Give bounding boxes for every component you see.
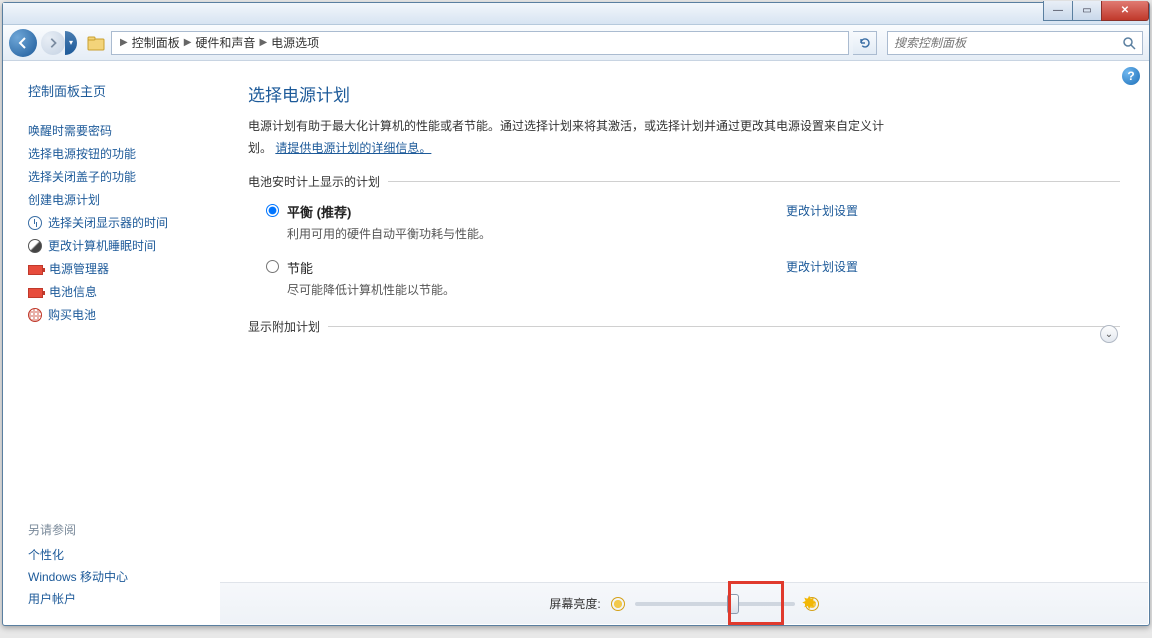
see-also-item[interactable]: 个性化	[28, 546, 208, 563]
sidebar-item-label[interactable]: 更改计算机睡眠时间	[48, 237, 156, 254]
nav-history-dropdown[interactable]: ▾	[65, 31, 77, 55]
see-also-item[interactable]: 用户帐户	[28, 590, 208, 607]
change-plan-settings-link[interactable]: 更改计划设置	[786, 258, 858, 275]
window: — ▭ ✕ ▾ ▶ 控制面板 ▶ 硬件和声音 ▶ 电源选项	[2, 2, 1150, 626]
plan-group-additional: 显示附加计划 ⌄	[248, 318, 1120, 337]
breadcrumb[interactable]: ▶ 控制面板 ▶ 硬件和声音 ▶ 电源选项	[111, 31, 849, 55]
brightness-high-icon	[805, 597, 819, 611]
breadcrumb-item[interactable]: 控制面板	[132, 34, 180, 51]
batt-icon	[28, 288, 43, 298]
globe-icon	[28, 308, 42, 322]
sidebar-item[interactable]: 唤醒时需要密码	[28, 122, 208, 139]
see-also-list: 个性化 Windows 移动中心用户帐户	[28, 546, 208, 607]
expand-button[interactable]: ⌄	[1100, 325, 1118, 343]
search-button[interactable]	[1116, 36, 1142, 50]
sidebar-item[interactable]: 电池信息	[28, 283, 208, 300]
brightness-low-icon	[611, 597, 625, 611]
refresh-button[interactable]	[853, 31, 877, 55]
brightness-slider[interactable]	[635, 602, 795, 606]
close-icon: ✕	[1121, 5, 1129, 16]
plan-list: 平衡 (推荐)利用可用的硬件自动平衡功耗与性能。更改计划设置节能尽可能降低计算机…	[248, 192, 1120, 304]
intro-link[interactable]: 请提供电源计划的详细信息。	[275, 141, 431, 155]
plan-group-legend: 显示附加计划	[248, 318, 328, 335]
minimize-icon: —	[1053, 5, 1063, 16]
clock-icon	[28, 216, 42, 230]
power-plan-option: 平衡 (推荐) 利用可用的硬件自动平衡功耗与性能。更改计划设置	[248, 192, 868, 248]
plan-radio[interactable]	[266, 260, 279, 273]
sidebar-task-list: 唤醒时需要密码选择电源按钮的功能选择关闭盖子的功能创建电源计划选择关闭显示器的时…	[28, 116, 208, 329]
plan-name: 平衡 (推荐)	[287, 202, 786, 221]
folder-icon	[87, 35, 105, 51]
breadcrumb-item[interactable]: 硬件和声音	[195, 34, 255, 51]
page-intro: 电源计划有助于最大化计算机的性能或者节能。通过选择计划来将其激活，或选择计划并通…	[248, 116, 888, 159]
titlebar: — ▭ ✕	[3, 3, 1149, 25]
page-title: 选择电源计划	[248, 81, 1120, 106]
control-panel-home-link[interactable]: 控制面板主页	[28, 81, 208, 100]
sidebar-item[interactable]: 选择电源按钮的功能	[28, 145, 208, 162]
breadcrumb-sep-icon: ▶	[259, 37, 267, 48]
search-icon	[1122, 36, 1136, 50]
see-also-header: 另请参阅	[28, 521, 208, 538]
plan-description: 利用可用的硬件自动平衡功耗与性能。	[287, 225, 786, 242]
sidebar-item-label[interactable]: 唤醒时需要密码	[28, 122, 112, 139]
sidebar-item[interactable]: 创建电源计划	[28, 191, 208, 208]
brightness-footer: 屏幕亮度:	[220, 582, 1148, 624]
sidebar-item[interactable]: 选择关闭盖子的功能	[28, 168, 208, 185]
close-button[interactable]: ✕	[1101, 1, 1149, 21]
minimize-button[interactable]: —	[1043, 1, 1073, 21]
sidebar-item-label[interactable]: 电源管理器	[49, 260, 109, 277]
main-panel: 选择电源计划 电源计划有助于最大化计算机的性能或者节能。通过选择计划来将其激活，…	[220, 63, 1148, 624]
plan-description: 尽可能降低计算机性能以节能。	[287, 281, 786, 298]
toolbar: ▾ ▶ 控制面板 ▶ 硬件和声音 ▶ 电源选项	[3, 25, 1149, 61]
sidebar-item[interactable]: 购买电池	[28, 306, 208, 323]
moon-icon	[28, 239, 42, 253]
breadcrumb-sep-icon: ▶	[120, 37, 128, 48]
sidebar: 控制面板主页 唤醒时需要密码选择电源按钮的功能选择关闭盖子的功能创建电源计划选择…	[4, 63, 220, 624]
search-box	[887, 31, 1143, 55]
sidebar-item-label[interactable]: 电池信息	[49, 283, 97, 300]
arrow-left-icon	[16, 36, 30, 50]
sidebar-item[interactable]: 选择关闭显示器的时间	[28, 214, 208, 231]
sidebar-item-label[interactable]: 创建电源计划	[28, 191, 100, 208]
arrow-right-icon	[47, 37, 59, 49]
nav-back-button[interactable]	[9, 29, 37, 57]
maximize-icon: ▭	[1082, 5, 1091, 16]
breadcrumb-sep-icon: ▶	[184, 37, 192, 48]
plan-group-displayed: 电池安时计上显示的计划 平衡 (推荐) 利用可用的硬件自动平衡功耗与性能。更改计划…	[248, 173, 1120, 304]
maximize-button[interactable]: ▭	[1072, 1, 1102, 21]
refresh-icon	[858, 36, 872, 50]
batt-icon	[28, 265, 43, 275]
breadcrumb-item[interactable]: 电源选项	[271, 34, 319, 51]
plan-name: 节能	[287, 258, 786, 277]
plan-group-legend: 电池安时计上显示的计划	[248, 173, 388, 190]
content: ? 控制面板主页 唤醒时需要密码选择电源按钮的功能选择关闭盖子的功能创建电源计划…	[4, 63, 1148, 624]
sidebar-item[interactable]: 更改计算机睡眠时间	[28, 237, 208, 254]
chevron-down-icon: ⌄	[1105, 329, 1113, 340]
brightness-label: 屏幕亮度:	[549, 595, 600, 612]
see-also-item[interactable]: Windows 移动中心	[28, 568, 208, 585]
window-controls: — ▭ ✕	[1043, 1, 1149, 21]
slider-thumb[interactable]	[727, 594, 739, 614]
plan-radio[interactable]	[266, 204, 279, 217]
sidebar-item-label[interactable]: 选择电源按钮的功能	[28, 145, 136, 162]
sidebar-item-label[interactable]: 选择关闭盖子的功能	[28, 168, 136, 185]
see-also-section: 另请参阅 个性化 Windows 移动中心用户帐户	[28, 501, 208, 612]
nav-forward-button[interactable]	[41, 31, 65, 55]
power-plan-option: 节能尽可能降低计算机性能以节能。更改计划设置	[248, 248, 868, 304]
change-plan-settings-link[interactable]: 更改计划设置	[786, 202, 858, 219]
search-input[interactable]	[888, 36, 1116, 50]
sidebar-item[interactable]: 电源管理器	[28, 260, 208, 277]
sidebar-item-label[interactable]: 选择关闭显示器的时间	[48, 214, 168, 231]
sidebar-item-label[interactable]: 购买电池	[48, 306, 96, 323]
